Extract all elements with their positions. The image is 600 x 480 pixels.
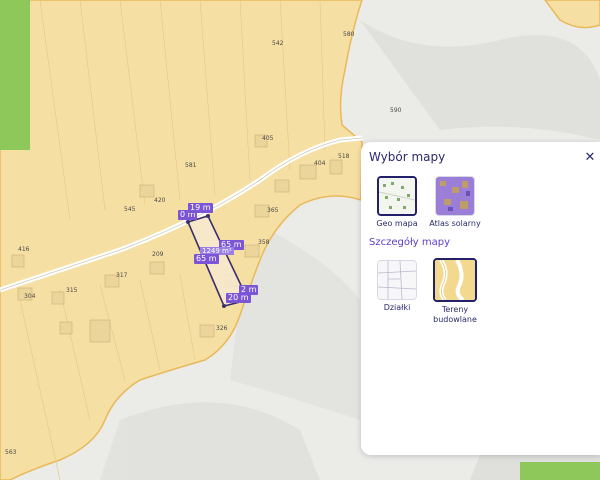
parcel-number: 209	[152, 251, 164, 258]
panel-title: Wybór mapy	[369, 150, 446, 164]
parcel-number: 315	[66, 287, 78, 294]
parcel-number: 405	[262, 135, 274, 142]
parcel-number: 416	[18, 246, 30, 253]
parcel-number: 545	[124, 206, 136, 213]
geo-map-thumbnail	[377, 176, 417, 216]
map-option-solar-atlas[interactable]: Atlas solarny	[423, 176, 487, 229]
map-option-label: Geo mapa	[376, 219, 418, 228]
parcels-thumbnail	[377, 260, 417, 300]
forest-area-bottom	[520, 462, 600, 480]
map-option-parcels[interactable]: Działki	[365, 260, 429, 313]
parcel-number: 326	[216, 325, 228, 332]
close-icon[interactable]: ✕	[583, 151, 597, 165]
map-option-label: Działki	[383, 303, 411, 312]
parcel-number: 404	[314, 160, 326, 167]
parcel-number: 317	[116, 272, 128, 279]
map-selection-panel: Wybór mapy ✕ Geo mapa Atlas solarny Szcz…	[361, 142, 600, 455]
parcel-number: 581	[185, 162, 197, 169]
parcel-number: 580	[343, 31, 355, 38]
parcel-number: 563	[5, 449, 17, 456]
parcel-number: 542	[272, 40, 284, 47]
map-option-label: Tereny budowlane	[433, 305, 477, 324]
parcel-number: 420	[154, 197, 166, 204]
section-title: Szczegóły mapy	[369, 237, 451, 248]
solar-atlas-thumbnail	[435, 176, 475, 216]
parcel-number: 518	[338, 153, 350, 160]
map-option-label: Atlas solarny	[429, 219, 481, 228]
measurement-label: 19 m	[188, 203, 213, 213]
building-land-thumbnail	[433, 258, 477, 302]
parcel-number: 304	[24, 293, 36, 300]
parcel-number: 365	[267, 207, 279, 214]
parcel-number: 358	[258, 239, 270, 246]
map-option-geo[interactable]: Geo mapa	[365, 176, 429, 229]
map-option-building-land[interactable]: Tereny budowlane	[423, 258, 487, 325]
measurement-label: 65 m	[194, 254, 219, 264]
parcel-number: 590	[390, 107, 402, 114]
forest-area	[0, 0, 30, 150]
measurement-label: 20 m	[226, 293, 251, 303]
